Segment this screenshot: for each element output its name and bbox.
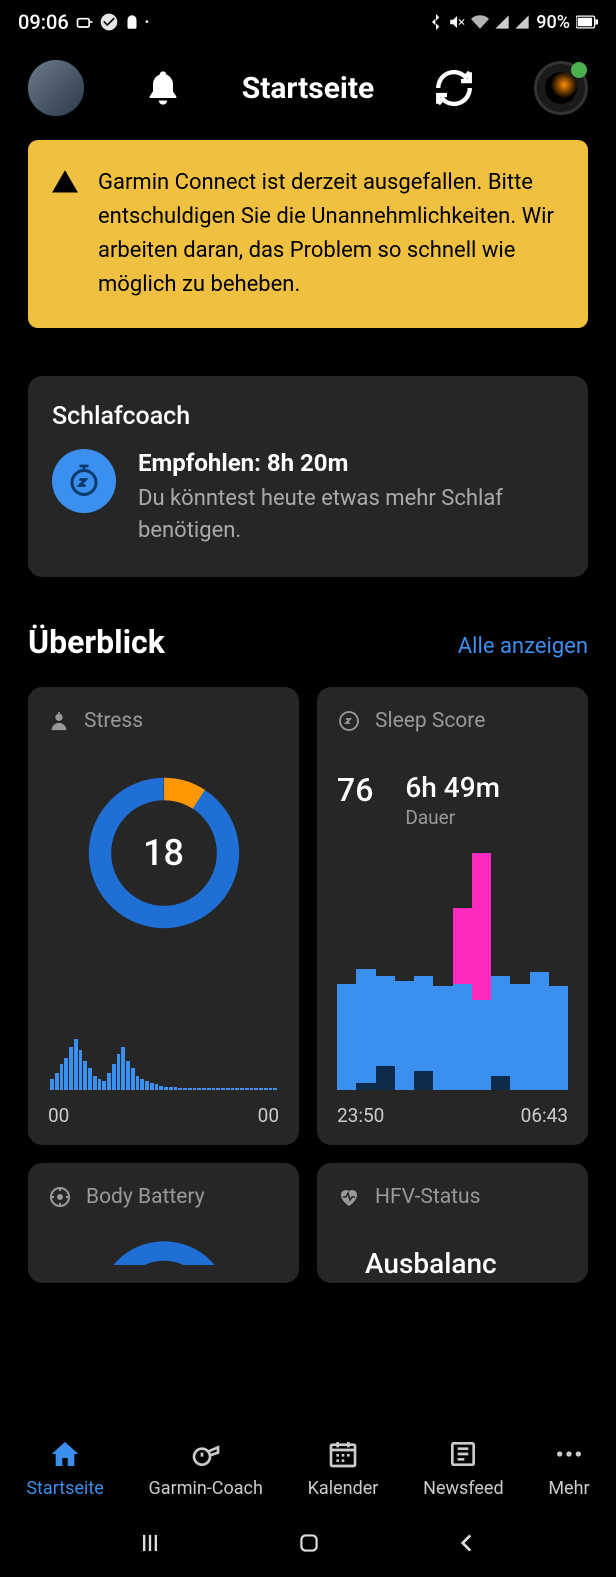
stress-icon	[48, 710, 70, 732]
calendar-icon	[327, 1438, 359, 1470]
battery-icon	[576, 15, 598, 29]
warning-icon	[50, 168, 80, 196]
status-battery: 90%	[536, 12, 570, 33]
hfv-status-value: Ausbalanc	[365, 1247, 568, 1280]
overview-header: Überblick Alle anzeigen	[28, 623, 588, 661]
page-title: Startseite	[242, 71, 374, 106]
stress-value: 18	[84, 773, 244, 933]
app-header: Startseite	[0, 42, 616, 140]
home-icon	[49, 1438, 81, 1470]
device-status-dot	[571, 62, 587, 78]
status-left-icons: •	[75, 12, 149, 32]
stress-card[interactable]: Stress 18	[28, 687, 299, 1145]
stress-axis-start: 00	[48, 1104, 69, 1127]
body-battery-label: Body Battery	[86, 1185, 205, 1209]
nav-coach[interactable]: Garmin-Coach	[149, 1438, 263, 1499]
body-battery-ring	[94, 1237, 234, 1265]
sleep-icon	[337, 709, 361, 733]
hfv-status-card[interactable]: HFV-Status Ausbalanc	[317, 1163, 588, 1283]
stress-axis-end: 00	[258, 1104, 279, 1127]
whistle-icon	[190, 1438, 222, 1470]
stress-label: Stress	[84, 709, 143, 733]
back-icon[interactable]	[454, 1530, 480, 1556]
nav-newsfeed[interactable]: Newsfeed	[423, 1438, 504, 1499]
sleep-coach-card[interactable]: Schlafcoach Empfohlen: 8h 20m Du könntes…	[28, 376, 588, 577]
alert-text: Garmin Connect ist derzeit ausgefallen. …	[98, 166, 566, 302]
nav-home-label: Startseite	[26, 1478, 103, 1499]
body-battery-icon	[48, 1185, 72, 1209]
stress-ring-chart: 18	[84, 773, 244, 933]
status-time: 09:06	[18, 10, 69, 34]
nav-coach-label: Garmin-Coach	[149, 1478, 263, 1499]
status-right-icons	[428, 13, 530, 31]
sleep-axis-end: 06:43	[521, 1104, 568, 1127]
system-nav	[0, 1509, 616, 1577]
body-battery-card[interactable]: Body Battery	[28, 1163, 299, 1283]
bottom-nav: Startseite Garmin-Coach Kalender Newsfee…	[0, 1424, 616, 1509]
device-icon[interactable]	[534, 61, 588, 115]
nav-calendar-label: Kalender	[308, 1478, 379, 1499]
sleep-score-value: 76	[337, 771, 373, 809]
notifications-icon[interactable]	[143, 66, 183, 110]
newsfeed-icon	[447, 1438, 479, 1470]
sleep-score-card[interactable]: Sleep Score 76 6h 49m Dauer	[317, 687, 588, 1145]
sync-icon[interactable]	[433, 67, 475, 109]
sleep-coach-recommendation: Empfohlen: 8h 20m	[138, 449, 564, 477]
more-icon	[553, 1438, 585, 1470]
nav-newsfeed-label: Newsfeed	[423, 1478, 504, 1499]
recent-apps-icon[interactable]	[136, 1529, 164, 1557]
nav-home[interactable]: Startseite	[26, 1438, 103, 1499]
avatar[interactable]	[28, 60, 84, 116]
sleep-duration-label: Dauer	[405, 806, 500, 829]
outage-alert: Garmin Connect ist derzeit ausgefallen. …	[28, 140, 588, 328]
nav-more-label: Mehr	[548, 1478, 589, 1499]
sleep-coach-subtitle: Du könntest heute etwas mehr Schlaf benö…	[138, 483, 564, 547]
nav-calendar[interactable]: Kalender	[308, 1438, 379, 1499]
sleep-coach-icon	[52, 449, 116, 513]
home-system-icon[interactable]	[296, 1530, 322, 1556]
sleep-axis-start: 23:50	[337, 1104, 384, 1127]
status-bar: 09:06 • 90%	[0, 0, 616, 42]
sleep-coach-title: Schlafcoach	[52, 402, 564, 431]
hfv-label: HFV-Status	[375, 1185, 480, 1209]
stress-bar-chart	[48, 1032, 279, 1090]
sleep-label: Sleep Score	[375, 709, 485, 733]
overview-title: Überblick	[28, 623, 165, 661]
overview-show-all-link[interactable]: Alle anzeigen	[458, 634, 588, 659]
heart-icon	[337, 1185, 361, 1209]
sleep-duration: 6h 49m	[405, 771, 500, 804]
nav-more[interactable]: Mehr	[548, 1438, 589, 1499]
sleep-stage-chart	[337, 853, 568, 1090]
